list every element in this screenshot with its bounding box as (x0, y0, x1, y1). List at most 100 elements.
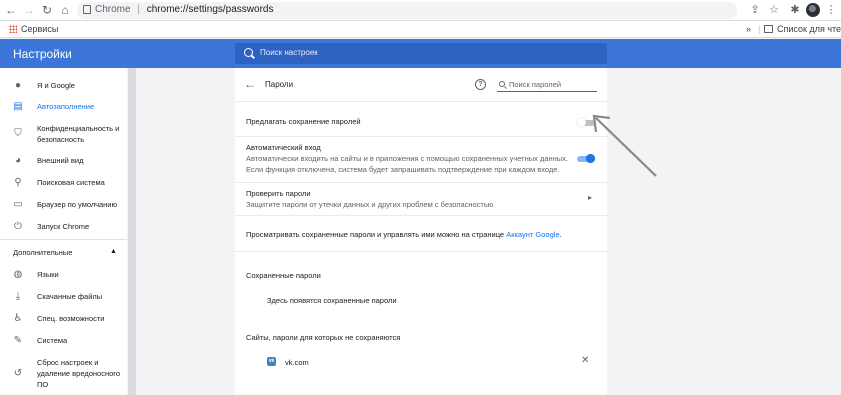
row-divider (235, 215, 607, 216)
url-prefix: Chrome (95, 4, 131, 15)
apps-grid-icon (9, 25, 17, 33)
vk-site-icon: vk (267, 357, 276, 366)
sidebar-item-label: Система (37, 336, 68, 345)
check-passwords-row[interactable]: Проверить пароли Защитите пароли от утеч… (235, 183, 607, 213)
sidebar-item-label: Сброс настроек и удаление вредоносного П… (37, 358, 121, 389)
sidebar-item-label: Спец. возможности (37, 314, 105, 323)
url-text: Chrome | chrome://settings/passwords (95, 4, 273, 15)
password-search-placeholder: Поиск паролей (509, 80, 562, 89)
check-passwords-desc: Защитите пароли от утечки данных и други… (246, 200, 494, 209)
forward-icon[interactable]: → (22, 3, 36, 17)
share-icon[interactable]: ⇪ (748, 3, 762, 17)
remove-icon[interactable]: ✕ (581, 355, 589, 366)
apps-bookmark[interactable]: Сервисы (9, 23, 58, 35)
sidebar-item-label: Запуск Chrome (37, 222, 90, 231)
search-icon (244, 48, 253, 57)
sidebar-advanced-toggle[interactable]: Дополнительные (13, 248, 72, 257)
autofill-icon: ▤ (13, 101, 23, 112)
menu-icon[interactable]: ⋮ (824, 3, 838, 17)
bookmark-star-icon[interactable]: ☆ (767, 3, 781, 17)
bookmarks-divider: | (758, 24, 761, 34)
url-path: chrome://settings/passwords (146, 4, 274, 15)
sidebar-item-search-engine[interactable]: ⚲ Поисковая система (0, 177, 127, 189)
sidebar-item-label: Внешний вид (37, 156, 84, 165)
chevron-right-icon[interactable]: ▸ (588, 193, 592, 202)
manage-text: Просматривать сохраненные пароли и управ… (246, 230, 505, 239)
settings-header: Настройки Поиск настроек (0, 39, 841, 68)
auto-signin-label: Автоматический вход (246, 143, 321, 152)
sidebar-item-default-browser[interactable]: ▭ Браузер по умолчанию (0, 199, 127, 211)
person-icon: ● (14, 80, 22, 91)
sidebar-item-you-and-google[interactable]: ● Я и Google (0, 80, 127, 92)
address-bar[interactable]: Chrome | chrome://settings/passwords (77, 2, 737, 19)
download-icon: ⤓ (15, 291, 21, 302)
sidebar-item-privacy[interactable]: ⛉ Конфиденциальность и безопасность (0, 123, 127, 145)
sidebar-divider (0, 239, 127, 240)
sidebar-item-system[interactable]: ✎ Система (0, 335, 127, 347)
globe-icon: ◍ (13, 269, 23, 280)
sidebar-scrollbar[interactable] (128, 68, 136, 395)
sidebar-item-label: Автозаполнение (37, 102, 95, 111)
restore-icon: ↺ (13, 368, 23, 379)
settings-search-placeholder: Поиск настроек (260, 48, 318, 57)
extensions-icon[interactable]: ✱ (788, 3, 802, 17)
profile-avatar[interactable] (806, 3, 820, 17)
sidebar-item-label: Скачанные файлы (37, 292, 103, 301)
never-saved-title: Сайты, пароли для которых не сохраняются (246, 333, 401, 342)
sidebar-item-accessibility[interactable]: ♿ Спец. возможности (0, 313, 127, 325)
settings-sidebar: ● Я и Google ▤ Автозаполнение ⛉ Конфиден… (0, 68, 127, 395)
sidebar-item-downloads[interactable]: ⤓ Скачанные файлы (0, 291, 127, 303)
wrench-icon: ✎ (13, 335, 23, 346)
sidebar-item-autofill[interactable]: ▤ Автозаполнение (0, 101, 127, 113)
toolbar: ← → ↻ ⌂ Chrome | chrome://settings/passw… (0, 0, 841, 21)
reading-list[interactable]: Список для чтения (764, 23, 841, 35)
back-arrow-icon[interactable]: ← (244, 77, 256, 91)
sidebar-item-label: Языки (37, 270, 59, 279)
manage-tail: . (559, 230, 562, 239)
back-icon[interactable]: ← (4, 3, 18, 17)
annotation-arrow (592, 114, 657, 177)
manage-passwords-text: Просматривать сохраненные пароли и управ… (246, 230, 562, 239)
never-saved-site: vk.com (285, 358, 309, 367)
reading-list-label: Список для чтения (777, 24, 841, 34)
apps-label: Сервисы (21, 24, 59, 34)
shield-icon: ⛉ (14, 128, 22, 139)
row-divider (235, 136, 607, 137)
power-icon: ⏻ (14, 221, 22, 232)
reading-list-icon (764, 25, 773, 33)
row-divider (235, 251, 607, 252)
sidebar-item-label: Браузер по умолчанию (37, 200, 118, 209)
toggle-knob (577, 118, 586, 127)
annotation-arrow-shaft (595, 117, 657, 177)
settings-title: Настройки (13, 47, 72, 61)
passwords-card: ← Пароли ? Поиск паролей Предлагать сохр… (235, 68, 607, 395)
help-icon[interactable]: ? (475, 79, 486, 90)
url-separator: | (137, 4, 140, 15)
reload-icon[interactable]: ↻ (40, 3, 54, 17)
site-info-icon[interactable] (83, 5, 91, 14)
search-icon (499, 81, 505, 87)
bookmarks-bar: Сервисы » | Список для чтения (0, 21, 841, 38)
saved-passwords-title: Сохраненные пароли (246, 271, 321, 280)
page-title: Пароли (265, 80, 294, 89)
bookmarks-overflow[interactable]: » (746, 23, 751, 35)
sidebar-item-label: Поисковая система (37, 178, 105, 187)
home-icon[interactable]: ⌂ (58, 3, 72, 17)
password-search-input[interactable]: Поиск паролей (497, 78, 597, 92)
sidebar-item-on-startup[interactable]: ⏻ Запуск Chrome (0, 221, 127, 233)
auto-signin-desc: Автоматически входить на сайты и в прило… (246, 154, 569, 163)
palette-icon: ◕ (14, 155, 22, 166)
sidebar-item-appearance[interactable]: ◕ Внешний вид (0, 155, 127, 167)
saved-passwords-empty: Здесь появятся сохраненные пароли (267, 296, 397, 305)
browser-icon: ▭ (13, 199, 23, 210)
offer-to-save-label: Предлагать сохранение паролей (246, 117, 361, 126)
check-passwords-label: Проверить пароли (246, 189, 311, 198)
sidebar-item-reset[interactable]: ↺ Сброс настроек и удаление вредоносного… (0, 357, 127, 391)
accessibility-icon: ♿ (13, 313, 23, 324)
google-account-link[interactable]: Аккаунт Google (506, 230, 559, 239)
sidebar-item-languages[interactable]: ◍ Языки (0, 269, 127, 281)
sidebar-item-label: Я и Google (37, 81, 75, 90)
settings-search[interactable]: Поиск настроек (235, 43, 607, 64)
sidebar-item-label: Конфиденциальность и безопасность (37, 124, 120, 144)
chevron-up-icon[interactable]: ▲ (110, 248, 117, 255)
